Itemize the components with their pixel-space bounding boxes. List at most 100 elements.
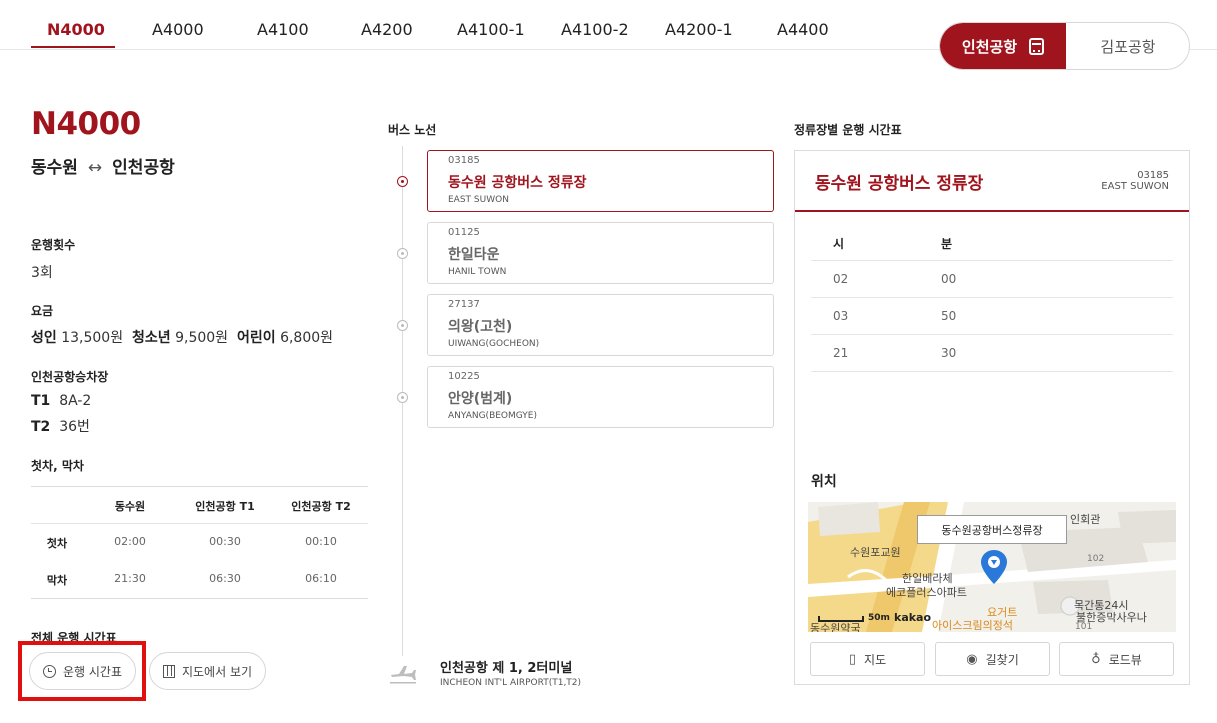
tab-a4000[interactable]: A4000 — [152, 20, 204, 39]
table-cell: 21:30 — [114, 572, 146, 585]
fare-youth-amount: 9,500원 — [175, 330, 229, 346]
minute-header: 분 — [941, 237, 953, 251]
map-button[interactable]: ▯ 지도 — [810, 642, 925, 676]
table-row: 21 30 — [811, 335, 1173, 372]
location-map[interactable]: 수원포교원 한일베라체 에코플러스아파트 요거트 아이스크림의정석 목간통24시… — [808, 502, 1176, 632]
stop-name: 동수원 공항버스 정류장 — [448, 175, 587, 191]
table-cell: 06:30 — [209, 572, 241, 585]
stop-code: 10225 — [448, 371, 480, 382]
map-label: 수원포교원 — [850, 546, 901, 559]
table-cell: 00:10 — [305, 535, 337, 548]
stop-schedule-header: 동수원 공항버스 정류장 03185 EAST SUWON — [795, 151, 1189, 212]
tab-a4200[interactable]: A4200 — [361, 20, 413, 39]
stop-schedule-title: 정류장별 운행 시간표 — [794, 123, 902, 137]
tab-a4200-1[interactable]: A4200-1 — [665, 20, 733, 39]
tab-a4100-2[interactable]: A4100-2 — [561, 20, 629, 39]
platform-t2-spot: 36번 — [59, 419, 90, 435]
first-last-table: 동수원 인천공항 T1 인천공항 T2 첫차 02:00 00:30 00:10… — [31, 486, 368, 599]
table-cell: 00:30 — [209, 535, 241, 548]
route-origin: 동수원 — [31, 158, 78, 178]
incheon-airport-label: 인천공항 — [961, 37, 1018, 56]
stop-marker — [397, 248, 408, 259]
fare-adult-label: 성인 — [31, 330, 57, 346]
roadview-icon: ♁ — [1091, 651, 1101, 667]
selected-stop-en: EAST SUWON — [1101, 181, 1169, 192]
minute-cell: 50 — [941, 309, 957, 323]
first-last-label: 첫차, 막차 — [31, 459, 84, 473]
stop-code: 03185 — [448, 155, 480, 166]
platform-t2: T2 36번 — [31, 416, 90, 436]
destination-name-en: INCHEON INT'L AIRPORT(T1,T2) — [440, 678, 582, 688]
stop-schedule-table: 시 분 02 00 03 50 21 30 — [811, 224, 1173, 372]
location-pin-icon — [981, 550, 1007, 584]
hour-cell: 03 — [833, 309, 849, 323]
incheon-airport-button[interactable]: 인천공항 — [940, 23, 1066, 69]
stop-marker — [397, 320, 408, 331]
stop-marker — [397, 176, 408, 187]
airplane-icon — [390, 666, 416, 684]
stop-code: 01125 — [448, 227, 480, 238]
kakao-logo: kakao — [894, 611, 932, 624]
active-tab-indicator — [31, 46, 115, 48]
map-scale-label: 50m — [868, 613, 890, 623]
hour-header: 시 — [833, 237, 845, 251]
fare-values: 성인 13,500원 청소년 9,500원 어린이 6,800원 — [31, 327, 333, 347]
map-button-label: 지도 — [864, 652, 887, 667]
stop-card[interactable]: 10225 안양(범계) ANYANG(BEOMGYE) — [427, 366, 774, 428]
minute-cell: 30 — [941, 346, 957, 360]
route-destination: 인천공항 — [112, 158, 175, 178]
map-view-button-label: 지도에서 보기 — [181, 664, 253, 679]
map-label: 에코플러스아파트 — [886, 586, 967, 599]
selected-stop-name: 동수원 공항버스 정류장 — [815, 174, 984, 194]
selected-stop-code: 03185 — [1137, 170, 1169, 181]
tab-a4400[interactable]: A4400 — [777, 20, 829, 39]
map-view-button[interactable]: 지도에서 보기 — [149, 652, 266, 690]
roadview-button-label: 로드뷰 — [1108, 652, 1142, 667]
directions-button-label: 길찾기 — [985, 652, 1019, 667]
tab-n4000[interactable]: N4000 — [47, 20, 105, 39]
platform-t1-spot: 8A-2 — [59, 393, 92, 409]
minute-cell: 00 — [941, 272, 957, 286]
location-title: 위치 — [811, 474, 837, 490]
fare-child-amount: 6,800원 — [280, 330, 334, 346]
map-icon — [162, 664, 175, 678]
gimpo-airport-label: 김포공항 — [1100, 37, 1156, 56]
map-scale-bar — [818, 616, 864, 622]
stop-name-en: UIWANG(GOCHEON) — [448, 339, 540, 349]
roadview-button[interactable]: ♁ 로드뷰 — [1059, 642, 1174, 676]
table-row: 03 50 — [811, 298, 1173, 335]
stop-name-en: ANYANG(BEOMGYE) — [448, 411, 537, 421]
table-row: 첫차 02:00 00:30 00:10 — [31, 524, 368, 561]
location-pin-icon: ◉ — [966, 651, 978, 667]
table-header: 인천공항 T2 — [291, 500, 351, 513]
hour-cell: 02 — [833, 272, 849, 286]
platform-label: 인천공항승차장 — [31, 370, 109, 384]
table-header: 인천공항 T1 — [195, 500, 255, 513]
table-row: 막차 21:30 06:30 06:10 — [31, 561, 368, 598]
hour-cell: 21 — [833, 346, 849, 360]
stop-card[interactable]: 03185 동수원 공항버스 정류장 EAST SUWON — [427, 150, 774, 212]
airport-toggle: 인천공항 김포공항 — [939, 22, 1190, 70]
tab-a4100[interactable]: A4100 — [257, 20, 309, 39]
highlight-box — [18, 641, 146, 701]
map-label: 102 — [1087, 554, 1105, 564]
trips-label: 운행횟수 — [31, 238, 76, 252]
directions-button[interactable]: ◉ 길찾기 — [935, 642, 1050, 676]
stop-name-en: HANIL TOWN — [448, 267, 507, 277]
fare-youth-label: 청소년 — [132, 330, 171, 346]
stop-card[interactable]: 27137 의왕(고천) UIWANG(GOCHEON) — [427, 294, 774, 356]
stop-name: 한일타운 — [448, 247, 500, 263]
table-header-row: 동수원 인천공항 T1 인천공항 T2 — [31, 487, 368, 524]
bidirectional-arrow-icon: ↔ — [87, 158, 103, 178]
tab-a4100-1[interactable]: A4100-1 — [457, 20, 525, 39]
schedule-header-row: 시 분 — [811, 224, 1173, 261]
selected-stop-code-block: 03185 EAST SUWON — [1101, 170, 1169, 192]
map-callout: 동수원공항버스정류장 — [917, 515, 1067, 544]
destination-name: 인천공항 제 1, 2터미널 — [440, 661, 573, 676]
stop-card[interactable]: 01125 한일타운 HANIL TOWN — [427, 222, 774, 284]
gimpo-airport-button[interactable]: 김포공항 — [1066, 23, 1189, 69]
trips-value: 3회 — [31, 265, 53, 281]
stop-schedule-panel: 동수원 공항버스 정류장 03185 EAST SUWON 시 분 02 00 … — [794, 150, 1190, 685]
fare-adult-amount: 13,500원 — [61, 330, 124, 346]
table-cell: 02:00 — [114, 535, 146, 548]
